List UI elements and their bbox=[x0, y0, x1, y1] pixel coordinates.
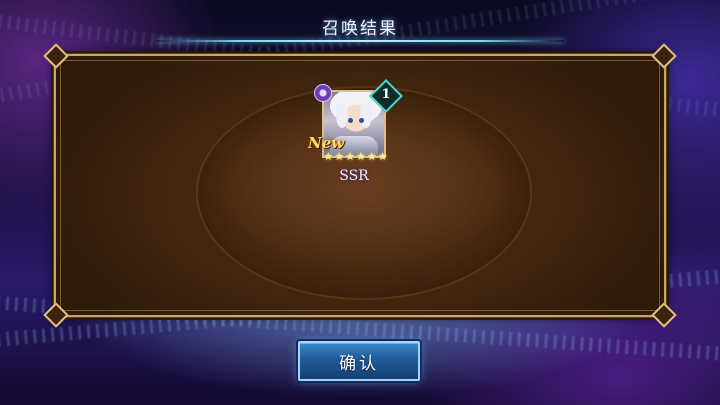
eye-shape bbox=[359, 118, 364, 123]
title-bar: 召唤结果 bbox=[0, 8, 720, 42]
panel-corner-ornament bbox=[43, 43, 69, 69]
title-underline bbox=[156, 40, 564, 42]
summon-result-panel: 1 New ★★★★★★ SSR bbox=[43, 43, 677, 328]
panel-corner-ornament bbox=[651, 302, 677, 328]
count-value: 1 bbox=[381, 87, 391, 102]
screen-title: 召唤结果 bbox=[322, 19, 398, 39]
result-card[interactable]: 1 New ★★★★★★ SSR bbox=[308, 79, 404, 194]
rarity-label: SSR bbox=[339, 168, 369, 184]
star-rating: ★★★★★★ bbox=[323, 150, 389, 163]
eye-shape bbox=[348, 118, 353, 123]
panel-corner-ornament bbox=[651, 43, 677, 69]
hair-shape bbox=[360, 102, 372, 128]
confirm-button[interactable]: 确认 bbox=[298, 341, 420, 381]
dark-element-icon bbox=[314, 84, 332, 102]
hair-shape bbox=[336, 102, 348, 128]
